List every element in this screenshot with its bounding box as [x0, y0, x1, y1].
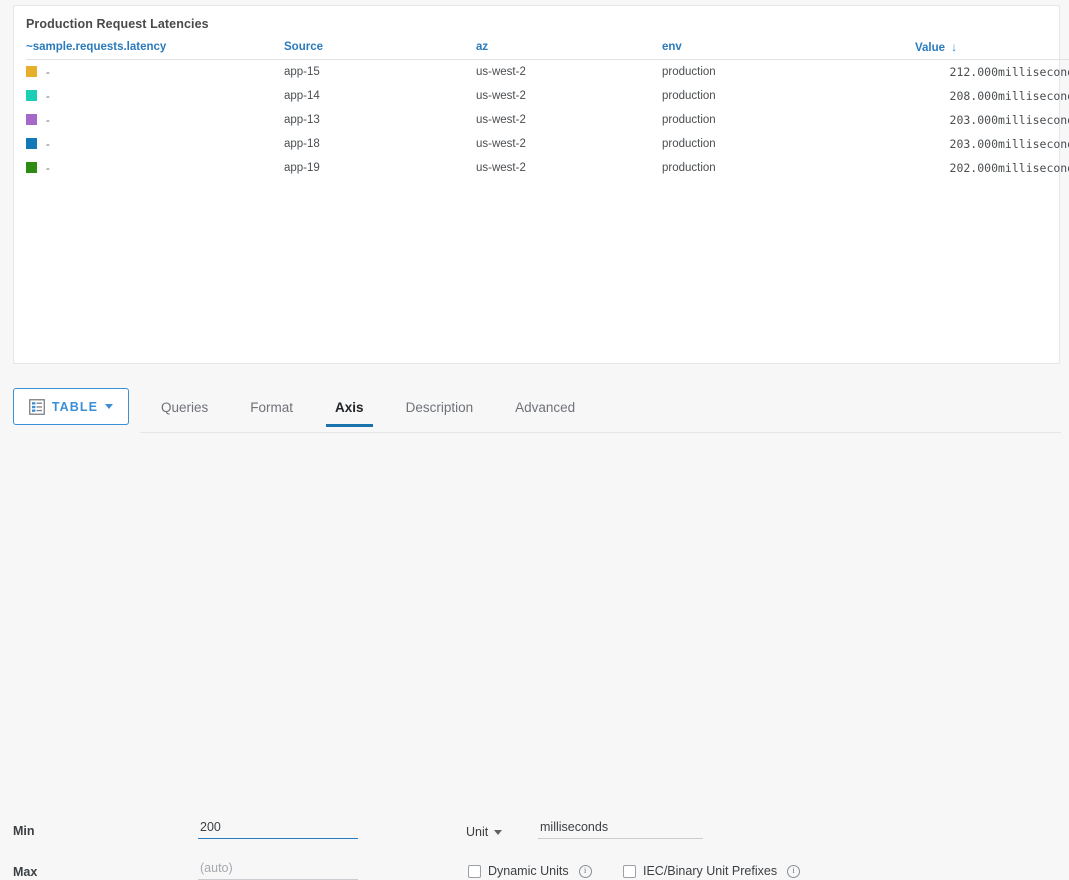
table-row[interactable]: - app-19 us-west-2 production 202.000 millise…: [26, 156, 1069, 180]
tab-queries[interactable]: Queries: [140, 388, 229, 426]
cell-env: production: [662, 66, 716, 78]
cell-metric-name: -: [26, 132, 284, 156]
info-icon[interactable]: i: [578, 864, 592, 878]
table-row[interactable]: - app-14 us-west-2 production 208.000 millise…: [26, 84, 1069, 108]
metrics-table-body: - app-15 us-west-2 production 212.000 millise…: [26, 60, 1069, 181]
iec-prefixes-label: IEC/Binary Unit Prefixes: [643, 864, 778, 878]
cell-az: us-west-2: [476, 114, 526, 126]
cell-az: us-west-2: [476, 90, 526, 102]
unit-label: Unit: [466, 825, 489, 839]
cell-az: us-west-2: [476, 162, 526, 174]
editor-tab-bar: Queries Format Axis Description Advanced: [140, 388, 1061, 433]
axis-min-input[interactable]: [198, 820, 358, 839]
table-header-row: ~sample.requests.latency Source az env V…: [26, 40, 1069, 60]
chart-panel: Production Request Latencies ~sample.req…: [13, 5, 1069, 364]
column-header-metric[interactable]: ~sample.requests.latency: [26, 40, 284, 60]
cell-metric-name-text: -: [46, 138, 50, 151]
page-title: Production Request Latencies: [26, 17, 209, 31]
cell-source: app-18: [284, 138, 320, 150]
table-row[interactable]: - app-13 us-west-2 production 203.000 millise…: [26, 108, 1069, 132]
chart-type-label: TABLE: [51, 399, 99, 414]
iec-prefixes-checkbox[interactable]: [623, 864, 636, 878]
tab-axis[interactable]: Axis: [314, 388, 385, 427]
tab-advanced[interactable]: Advanced: [494, 388, 596, 426]
chevron-down-icon: [105, 404, 114, 409]
cell-value: 203.000: [949, 113, 998, 127]
cell-source: app-14: [284, 90, 320, 102]
unit-input[interactable]: [538, 820, 703, 839]
series-color-swatch: [26, 161, 37, 173]
cell-metric-name: -: [26, 60, 284, 85]
cell-metric-name-text: -: [46, 114, 50, 127]
column-header-az[interactable]: az: [476, 40, 662, 60]
series-color-swatch: [26, 137, 37, 149]
cell-unit: milliseconds: [998, 65, 1069, 79]
cell-unit: milliseconds: [998, 161, 1069, 175]
cell-value: 208.000: [949, 89, 998, 103]
unit-dropdown[interactable]: Unit: [466, 825, 503, 839]
cell-metric-name-text: -: [46, 66, 50, 79]
cell-metric-name: -: [26, 108, 284, 132]
cell-unit: milliseconds: [998, 137, 1069, 151]
cell-value: 203.000: [949, 137, 998, 151]
cell-source: app-15: [284, 66, 320, 78]
column-header-value-label: Value: [915, 42, 946, 54]
column-header-source[interactable]: Source: [284, 40, 476, 60]
column-header-value[interactable]: Value ↓: [915, 40, 1069, 60]
cell-env: production: [662, 90, 716, 102]
chart-editor-panel: TABLE Queries Format Axis Description Advanc…: [0, 380, 1069, 880]
chevron-down-icon: [494, 829, 503, 835]
metrics-table: ~sample.requests.latency Source az env V…: [26, 40, 1069, 180]
sort-descending-icon[interactable]: ↓: [951, 40, 957, 54]
dynamic-units-checkbox[interactable]: [468, 864, 481, 878]
dynamic-units-label: Dynamic Units: [488, 864, 569, 878]
table-row[interactable]: - app-18 us-west-2 production 203.000 millise…: [26, 132, 1069, 156]
cell-value: 202.000: [949, 161, 998, 175]
cell-az: us-west-2: [476, 66, 526, 78]
cell-metric-name: -: [26, 84, 284, 108]
series-color-swatch: [26, 113, 37, 125]
min-label: Min: [13, 824, 35, 838]
cell-env: production: [662, 162, 716, 174]
metrics-table-container: ~sample.requests.latency Source az env V…: [26, 40, 1069, 180]
tab-format[interactable]: Format: [229, 388, 314, 426]
column-header-env[interactable]: env: [662, 40, 915, 60]
table-row[interactable]: - app-15 us-west-2 production 212.000 millise…: [26, 60, 1069, 85]
axis-max-input[interactable]: [198, 861, 358, 880]
chart-type-button[interactable]: TABLE: [13, 388, 129, 425]
table-icon: [28, 398, 45, 415]
cell-source: app-13: [284, 114, 320, 126]
cell-source: app-19: [284, 162, 320, 174]
cell-metric-name-text: -: [46, 162, 50, 175]
cell-metric-name: -: [26, 156, 284, 180]
cell-az: us-west-2: [476, 138, 526, 150]
cell-value: 212.000: [949, 65, 998, 79]
cell-env: production: [662, 138, 716, 150]
cell-unit: milliseconds: [998, 89, 1069, 103]
cell-env: production: [662, 114, 716, 126]
dynamic-units-row[interactable]: Dynamic Units i: [468, 864, 592, 878]
info-icon[interactable]: i: [787, 864, 801, 878]
iec-prefixes-row[interactable]: IEC/Binary Unit Prefixes i: [623, 864, 801, 878]
tab-description[interactable]: Description: [385, 388, 495, 426]
cell-metric-name-text: -: [46, 90, 50, 103]
cell-unit: milliseconds: [998, 113, 1069, 127]
series-color-swatch: [26, 65, 37, 77]
series-color-swatch: [26, 89, 37, 101]
max-label: Max: [13, 865, 38, 879]
